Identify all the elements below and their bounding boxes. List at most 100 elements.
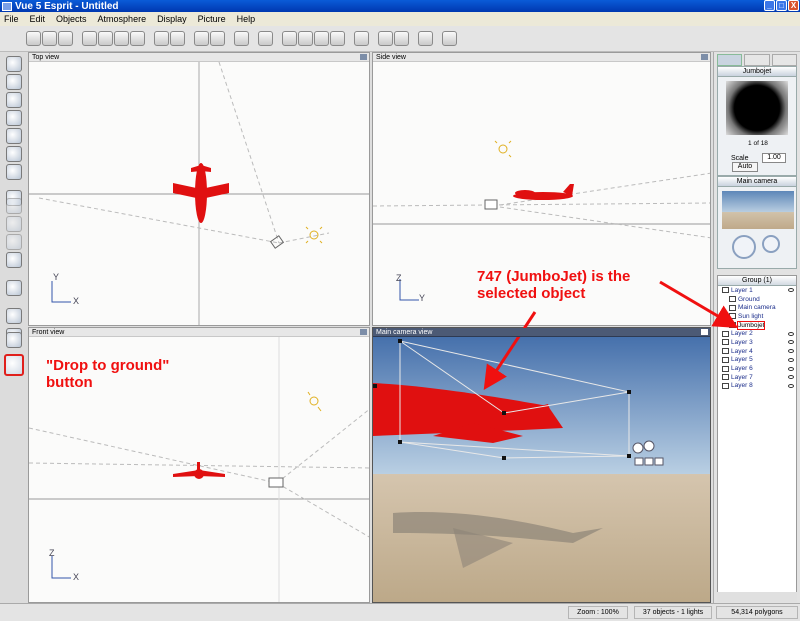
save-scene-button[interactable] — [58, 31, 73, 46]
layer-item[interactable]: Layer 6 — [718, 364, 796, 373]
minimize-button[interactable]: _ — [764, 0, 775, 11]
object-type-icon[interactable] — [729, 322, 736, 329]
tab-aspect[interactable] — [771, 54, 797, 66]
visibility-eye-icon[interactable] — [788, 375, 794, 380]
layer-item[interactable]: Sun light — [718, 312, 796, 321]
zoom-in-button[interactable] — [282, 31, 297, 46]
layer-item[interactable]: Layer 2 — [718, 329, 796, 338]
status-bar: Zoom : 100% 37 objects - 1 lights 54,314… — [0, 603, 800, 621]
menu-display[interactable]: Display — [157, 14, 187, 24]
layer-item[interactable]: Layer 4 — [718, 347, 796, 356]
atmosphere-button[interactable] — [194, 31, 209, 46]
layer-checkbox[interactable] — [722, 382, 729, 389]
layer-item[interactable]: Main camera — [718, 303, 796, 312]
boolean-tool-icon[interactable] — [6, 198, 22, 214]
duplicate-button[interactable] — [130, 31, 145, 46]
drop-to-ground-button[interactable] — [4, 354, 24, 376]
tab-material[interactable] — [717, 54, 743, 66]
group-tool-icon[interactable] — [6, 234, 22, 250]
close-button[interactable]: X — [788, 0, 799, 11]
render-options-button[interactable] — [234, 31, 249, 46]
layer-checkbox[interactable] — [722, 356, 729, 363]
visibility-eye-icon[interactable] — [788, 288, 794, 293]
menu-file[interactable]: File — [4, 14, 19, 24]
redo-button[interactable] — [170, 31, 185, 46]
layer-item[interactable]: Layer 5 — [718, 356, 796, 365]
paste-button[interactable] — [114, 31, 129, 46]
material-nav[interactable]: 1 of 18 — [720, 140, 796, 147]
layer-checkbox[interactable] — [722, 287, 729, 294]
layer-checkbox[interactable] — [722, 330, 729, 337]
menu-objects[interactable]: Objects — [56, 14, 87, 24]
visibility-eye-icon[interactable] — [788, 340, 794, 345]
layer-checkbox[interactable] — [722, 374, 729, 381]
camera-button[interactable] — [258, 31, 273, 46]
torus-tool-icon[interactable] — [6, 74, 22, 90]
material-tool-icon[interactable] — [6, 308, 22, 324]
maximize-view-icon[interactable] — [701, 329, 708, 335]
render-area-button[interactable] — [442, 31, 457, 46]
cut-button[interactable] — [82, 31, 97, 46]
scale-field[interactable]: 1.00 — [762, 153, 786, 163]
camera-pan-control-icon[interactable] — [732, 235, 756, 259]
menu-picture[interactable]: Picture — [198, 14, 226, 24]
metablob-tool-icon[interactable] — [6, 216, 22, 232]
axis-x-label: X — [73, 296, 80, 306]
camera-orbit-control-icon[interactable] — [762, 235, 780, 253]
visibility-eye-icon[interactable] — [788, 331, 794, 336]
undo-button[interactable] — [154, 31, 169, 46]
visibility-eye-icon[interactable] — [788, 349, 794, 354]
layer-checkbox[interactable] — [722, 339, 729, 346]
layer-item[interactable]: Layer 3 — [718, 338, 796, 347]
layer-item[interactable]: Jumbojet — [718, 320, 796, 330]
layer-label: Jumbojet — [736, 320, 766, 330]
right-panel: Jumbojet 1 of 18 Scale 1.00 Auto Main ca… — [713, 52, 800, 603]
zoom-out-button[interactable] — [298, 31, 313, 46]
layer-item[interactable]: Ground — [718, 295, 796, 304]
object-type-icon[interactable] — [729, 304, 736, 311]
water-tool-icon[interactable] — [6, 164, 22, 180]
new-scene-button[interactable] — [26, 31, 41, 46]
material-panel: Jumbojet 1 of 18 Scale 1.00 — [717, 66, 797, 176]
visibility-eye-icon[interactable] — [788, 383, 794, 388]
top-view[interactable]: Top view Y X — [28, 52, 370, 326]
main-camera-view[interactable]: Main camera view — [372, 327, 711, 603]
layer-checkbox[interactable] — [722, 348, 729, 355]
rock-tool-icon[interactable] — [6, 146, 22, 162]
layer-label: Layer 2 — [731, 330, 753, 338]
camera-render — [373, 328, 710, 602]
visibility-eye-icon[interactable] — [788, 366, 794, 371]
maximize-button[interactable]: □ — [776, 0, 787, 11]
align-tool-icon[interactable] — [6, 280, 22, 296]
tab-object[interactable] — [744, 54, 770, 66]
auto-dropdown[interactable]: Auto — [732, 162, 758, 172]
object-type-icon[interactable] — [729, 313, 736, 320]
visibility-eye-icon[interactable] — [788, 357, 794, 362]
snap-button[interactable] — [394, 31, 409, 46]
zoom-selection-button[interactable] — [330, 31, 345, 46]
material-preview[interactable] — [726, 81, 788, 135]
annotation-drop-to-ground: "Drop to ground" button — [46, 357, 169, 391]
load-atmosphere-button[interactable] — [210, 31, 225, 46]
layer-item[interactable]: Layer 1 — [718, 286, 796, 295]
menu-edit[interactable]: Edit — [30, 14, 46, 24]
layer-checkbox[interactable] — [722, 365, 729, 372]
layer-item[interactable]: Layer 8 — [718, 382, 796, 391]
plant-tool-icon[interactable] — [6, 128, 22, 144]
open-scene-button[interactable] — [42, 31, 57, 46]
text-tool-icon[interactable] — [6, 92, 22, 108]
zoom-fit-button[interactable] — [314, 31, 329, 46]
copy-button[interactable] — [98, 31, 113, 46]
single-view-button[interactable] — [354, 31, 369, 46]
light-tool-icon[interactable] — [6, 252, 22, 268]
app-icon — [2, 1, 12, 11]
object-type-icon[interactable] — [729, 296, 736, 303]
terrain-tool-icon[interactable] — [6, 110, 22, 126]
camera-tool-icon[interactable] — [6, 332, 22, 348]
sphere-tool-icon[interactable] — [6, 56, 22, 72]
layer-item[interactable]: Layer 7 — [718, 373, 796, 382]
render-button[interactable] — [418, 31, 433, 46]
menu-atmosphere[interactable]: Atmosphere — [98, 14, 147, 24]
menu-help[interactable]: Help — [237, 14, 256, 24]
grid-button[interactable] — [378, 31, 393, 46]
